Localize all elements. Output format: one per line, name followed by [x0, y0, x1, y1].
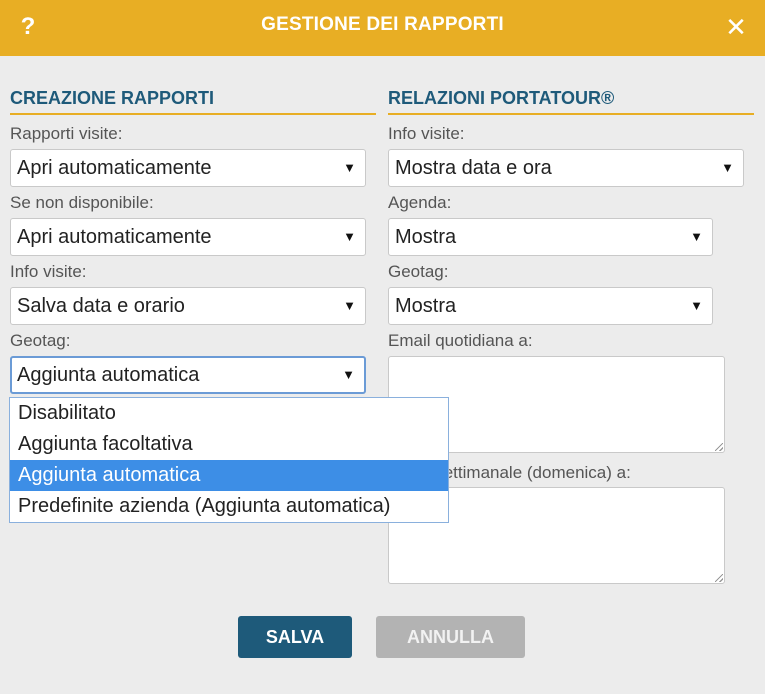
select-geotag-left[interactable]: Aggiunta automatica ▼ — [10, 356, 366, 394]
select-rapporti-visite[interactable]: Apri automaticamente ▼ — [10, 149, 366, 187]
geotag-dropdown-list: Disabilitato Aggiunta facoltativa Aggiun… — [9, 397, 449, 523]
select-value: Apri automaticamente — [17, 157, 212, 179]
dropdown-option[interactable]: Aggiunta facoltativa — [10, 429, 448, 460]
cancel-button[interactable]: ANNULLA — [376, 616, 525, 658]
dialog-header: ? GESTIONE DEI RAPPORTI ✕ — [0, 0, 765, 56]
close-icon[interactable]: ✕ — [722, 12, 750, 42]
chevron-down-icon: ▼ — [690, 229, 703, 244]
chevron-down-icon: ▼ — [690, 298, 703, 313]
resize-grip-icon[interactable] — [713, 441, 725, 453]
select-geotag-right[interactable]: Mostra ▼ — [388, 287, 713, 325]
label-info-visite-left: Info visite: — [10, 262, 87, 281]
chevron-down-icon: ▼ — [343, 229, 356, 244]
label-se-non-disponibile: Se non disponibile: — [10, 193, 154, 212]
select-agenda[interactable]: Mostra ▼ — [388, 218, 713, 256]
label-daily-email: Email quotidiana a: — [388, 331, 533, 350]
select-value: Mostra data e ora — [395, 157, 552, 179]
label-geotag-right: Geotag: — [388, 262, 449, 281]
select-value: Apri automaticamente — [17, 226, 212, 248]
select-value: Mostra — [395, 295, 457, 317]
label-geotag-left: Geotag: — [10, 331, 71, 350]
save-button[interactable]: SALVA — [238, 616, 352, 658]
section-title-creazione: CREAZIONE RAPPORTI — [10, 88, 376, 115]
dropdown-option[interactable]: Predefinite azienda (Aggiunta automatica… — [10, 491, 448, 522]
select-info-visite-left[interactable]: Salva data e orario ▼ — [10, 287, 366, 325]
chevron-down-icon: ▼ — [342, 367, 355, 382]
chevron-down-icon: ▼ — [721, 160, 734, 175]
section-title-relazioni: RELAZIONI PORTATOUR® — [388, 88, 754, 115]
dropdown-option-selected[interactable]: Aggiunta automatica — [10, 460, 448, 491]
dialog-title: GESTIONE DEI RAPPORTI — [261, 14, 504, 35]
select-value: Mostra — [395, 226, 457, 248]
dropdown-option[interactable]: Disabilitato — [10, 398, 448, 429]
chevron-down-icon: ▼ — [343, 160, 356, 175]
chevron-down-icon: ▼ — [343, 298, 356, 313]
select-se-non-disponibile[interactable]: Apri automaticamente ▼ — [10, 218, 366, 256]
label-agenda: Agenda: — [388, 193, 452, 212]
select-info-visite-right[interactable]: Mostra data e ora ▼ — [388, 149, 744, 187]
label-rapporti-visite: Rapporti visite: — [10, 124, 123, 143]
select-value: Salva data e orario — [17, 295, 185, 317]
resize-grip-icon[interactable] — [713, 572, 725, 584]
label-info-visite-right: Info visite: — [388, 124, 465, 143]
select-value: Aggiunta automatica — [17, 364, 200, 386]
